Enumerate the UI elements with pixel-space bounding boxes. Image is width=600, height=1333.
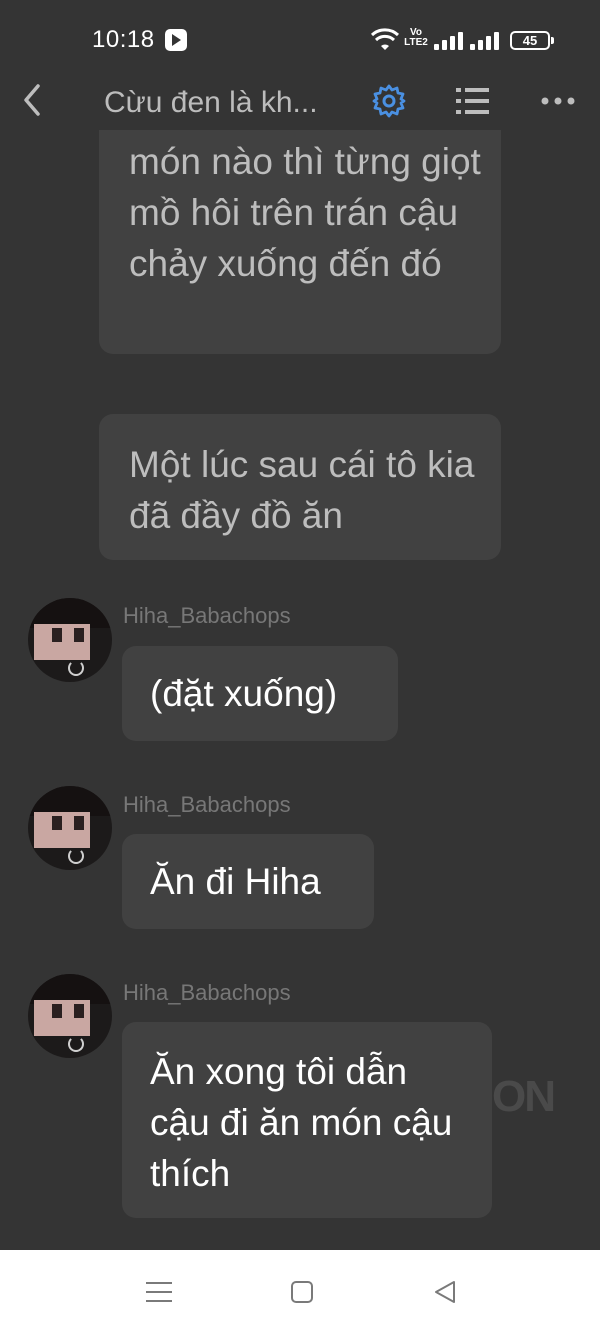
status-time: 10:18 [92, 26, 155, 53]
back-icon[interactable] [20, 82, 44, 118]
message-username[interactable]: Hiha_Babachops [123, 792, 291, 818]
message-bubble: Ăn xong tôi dẫn cậu đi ăn món cậu thích [122, 1022, 492, 1218]
avatar[interactable] [28, 786, 112, 870]
settings-icon[interactable] [372, 84, 406, 118]
status-bar: 10:18 Vo LTE2 45 [0, 0, 600, 80]
avatar[interactable] [28, 598, 112, 682]
list-icon[interactable] [456, 86, 490, 116]
more-icon[interactable] [540, 96, 576, 106]
media-app-icon [165, 29, 187, 51]
narration-bubble: món nào thì từng giọt mồ hôi trên trán c… [99, 130, 501, 354]
chat-title[interactable]: Cừu đen là kh... [104, 86, 336, 120]
battery-icon: 45 [510, 31, 554, 50]
narration-bubble: Một lúc sau cái tô kia đã đầy đồ ăn [99, 414, 501, 560]
signal-icon [434, 32, 464, 50]
signal-icon [470, 32, 500, 50]
message-username[interactable]: Hiha_Babachops [123, 603, 291, 629]
message-bubble: (đặt xuống) [122, 646, 398, 741]
message-username[interactable]: Hiha_Babachops [123, 980, 291, 1006]
volte-label: Vo LTE2 [404, 27, 428, 48]
avatar[interactable] [28, 974, 112, 1058]
watermark: ON [492, 1072, 556, 1121]
system-nav-bar [0, 1250, 600, 1333]
nav-home-icon[interactable] [290, 1280, 314, 1304]
wifi-icon [370, 28, 400, 50]
message-bubble: Ăn đi Hiha [122, 834, 374, 929]
nav-menu-icon[interactable] [146, 1280, 172, 1304]
nav-back-icon[interactable] [432, 1279, 458, 1305]
